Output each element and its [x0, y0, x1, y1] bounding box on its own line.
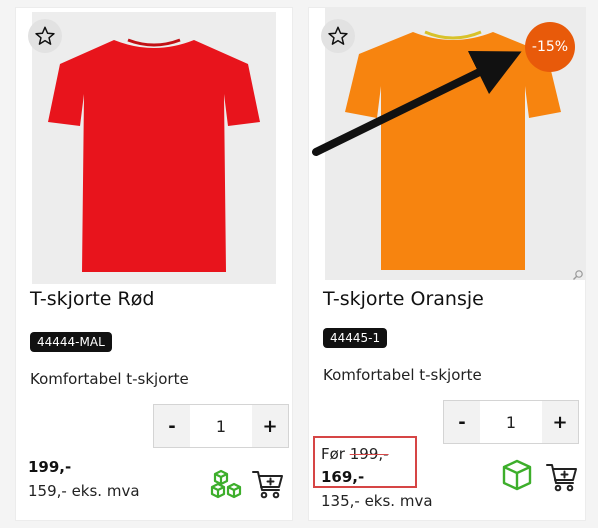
increase-quantity-button[interactable]: +	[252, 405, 288, 447]
product-title[interactable]: T-skjorte Rød	[30, 288, 154, 310]
price: 199,-	[28, 458, 72, 476]
price-ex-vat: 135,- eks. mva	[321, 492, 433, 510]
favorite-button[interactable]	[28, 19, 62, 53]
quantity-input[interactable]: 1	[480, 401, 542, 443]
product-image[interactable]	[32, 12, 276, 284]
product-card: T-skjorte Rød 44444-MAL Komfortabel t-sk…	[16, 8, 292, 520]
increase-quantity-button[interactable]: +	[542, 401, 578, 443]
product-description: Komfortabel t-skjorte	[323, 366, 482, 384]
add-to-cart-icon[interactable]	[251, 467, 285, 501]
red-tshirt-image	[32, 12, 276, 284]
add-to-cart-icon[interactable]	[545, 460, 579, 494]
quantity-stepper: - 1 +	[153, 404, 289, 448]
favorite-button[interactable]	[321, 19, 355, 53]
sku-badge: 44444-MAL	[30, 332, 112, 352]
decrease-quantity-button[interactable]: -	[154, 405, 190, 447]
zoom-icon[interactable]	[572, 269, 584, 281]
star-icon	[35, 26, 55, 45]
discount-badge: -15%	[525, 22, 575, 72]
boxes-icon	[210, 469, 242, 499]
decrease-quantity-button[interactable]: -	[444, 401, 480, 443]
product-description: Komfortabel t-skjorte	[30, 370, 189, 388]
price-highlight-box	[313, 436, 417, 488]
box-icon	[502, 459, 532, 491]
quantity-stepper: - 1 +	[443, 400, 579, 444]
price-ex-vat: 159,- eks. mva	[28, 482, 140, 500]
sku-badge: 44445-1	[323, 328, 388, 348]
quantity-input[interactable]: 1	[190, 405, 252, 447]
product-title[interactable]: T-skjorte Oransje	[323, 288, 484, 310]
star-icon	[328, 26, 348, 45]
